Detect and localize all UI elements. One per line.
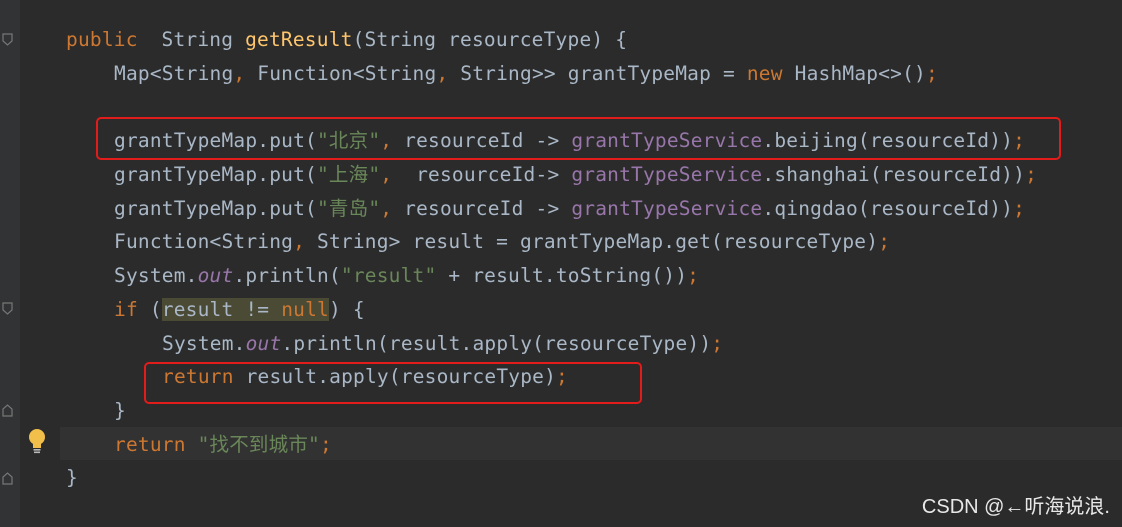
code-token: (: [137, 298, 162, 321]
code-token: "找不到城市": [197, 433, 320, 456]
code-token: result !=: [161, 298, 282, 321]
code-token: String> result = grantTypeMap.get(resour…: [305, 230, 879, 253]
fold-marker-icon[interactable]: [2, 302, 13, 315]
fold-end-marker-icon[interactable]: [2, 472, 13, 485]
code-token: HashMap<>(): [782, 62, 926, 85]
code-token: .qingdao(resourceId)): [762, 197, 1014, 220]
fold-end-marker-icon[interactable]: [2, 404, 13, 417]
highlight-box-return: [144, 362, 642, 404]
code-token: ;: [711, 332, 724, 355]
code-token: ;: [1025, 163, 1038, 186]
fold-marker-icon[interactable]: [2, 33, 13, 46]
code-line[interactable]: Function<String, String> result = grantT…: [114, 225, 890, 259]
code-token: ;: [925, 62, 938, 85]
code-token: ;: [1013, 197, 1026, 220]
code-token: ;: [319, 433, 332, 456]
code-token: out: [197, 264, 234, 287]
code-token: getResult: [233, 28, 353, 51]
code-line[interactable]: System.out.println(result.apply(resource…: [162, 327, 723, 361]
code-token: Function<String: [245, 62, 437, 85]
code-token: return: [114, 433, 186, 456]
code-line[interactable]: System.out.println("result" + result.toS…: [114, 259, 699, 293]
code-token: .shanghai(resourceId)): [762, 163, 1026, 186]
code-token: (String resourceType) {: [352, 28, 628, 51]
editor-gutter: [0, 0, 20, 527]
code-line[interactable]: return "找不到城市";: [114, 428, 332, 462]
code-token: }: [66, 466, 78, 489]
code-line[interactable]: grantTypeMap.put("上海", resourceId-> gran…: [114, 158, 1037, 192]
code-token: ,: [293, 230, 306, 253]
code-token: ,: [380, 163, 393, 186]
code-token: null: [281, 298, 329, 321]
code-token: new: [746, 62, 783, 85]
code-line[interactable]: Map<String, Function<String, String>> gr…: [114, 57, 938, 91]
code-token: public: [66, 28, 138, 51]
code-token: grantTypeMap.put(: [114, 197, 317, 220]
code-token: resourceId->: [392, 163, 572, 186]
code-token: System.: [114, 264, 198, 287]
code-token: .println(result.apply(resourceType)): [281, 332, 712, 355]
code-line[interactable]: }: [114, 394, 126, 428]
code-token: "上海": [316, 163, 381, 186]
code-token: grantTypeService: [571, 163, 763, 186]
code-token: + result.toString()): [436, 264, 688, 287]
code-token: grantTypeService: [571, 197, 763, 220]
code-token: if: [114, 298, 138, 321]
code-token: resourceId ->: [392, 197, 572, 220]
code-token: String: [161, 28, 234, 51]
code-token: "青岛": [316, 197, 381, 220]
code-line[interactable]: }: [66, 461, 78, 495]
code-token: ,: [233, 62, 246, 85]
code-token: System.: [162, 332, 246, 355]
code-token: "result": [340, 264, 437, 287]
code-token: Function<String: [114, 230, 294, 253]
code-line[interactable]: public String getResult(String resourceT…: [66, 23, 627, 57]
code-line[interactable]: grantTypeMap.put("青岛", resourceId -> gra…: [114, 192, 1025, 226]
code-token: ,: [436, 62, 449, 85]
code-token: Map<String: [114, 62, 234, 85]
code-token: grantTypeMap.put(: [114, 163, 317, 186]
code-token: .println(: [233, 264, 341, 287]
code-token: ,: [380, 197, 393, 220]
code-token: String>> grantTypeMap =: [448, 62, 747, 85]
highlight-box-beijing: [96, 117, 1061, 160]
code-line[interactable]: if (result != null) {: [114, 293, 365, 327]
code-token: }: [114, 399, 126, 422]
code-token: ) {: [328, 298, 365, 321]
watermark: CSDN @←听海说浪.: [921, 496, 1110, 518]
code-token: ;: [687, 264, 700, 287]
code-token: ;: [878, 230, 891, 253]
code-token: out: [245, 332, 282, 355]
lightbulb-icon[interactable]: [27, 428, 47, 454]
